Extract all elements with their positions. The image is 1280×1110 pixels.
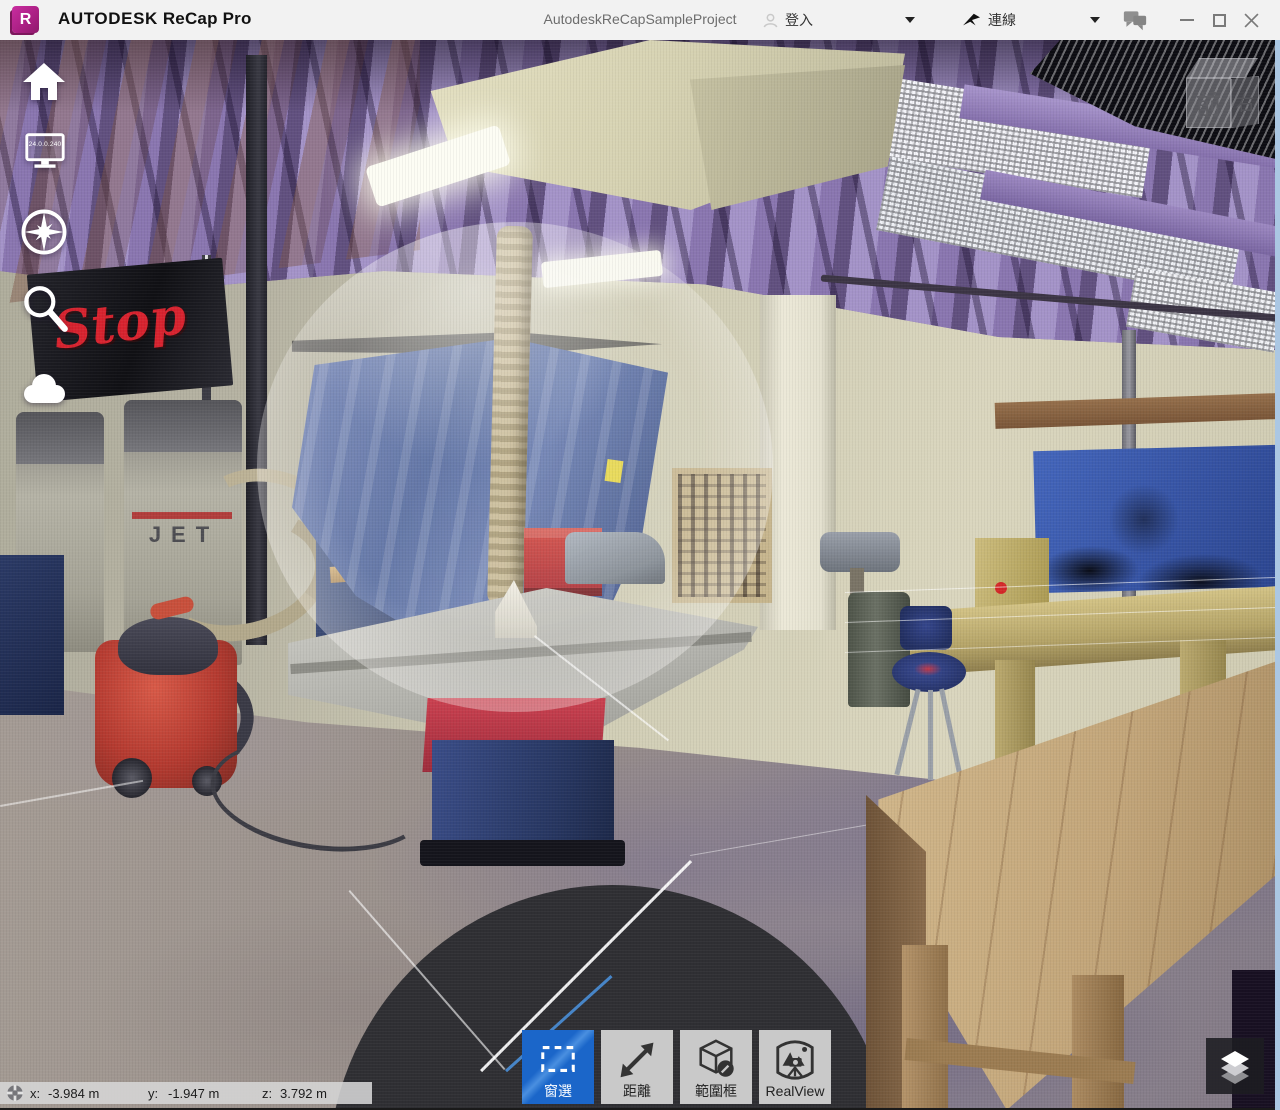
- stool-seat: [892, 652, 966, 692]
- workbench-leg: [902, 945, 948, 1110]
- x-value: -3.984 m: [48, 1086, 99, 1101]
- button-label: 窗選: [544, 1082, 572, 1100]
- scan-location-sphere[interactable]: [257, 222, 773, 712]
- home-button[interactable]: [20, 58, 68, 111]
- connect-button[interactable]: 連線: [962, 0, 1016, 40]
- z-label: z:: [262, 1086, 272, 1101]
- stool-backrest: [900, 606, 952, 650]
- machine: [0, 555, 64, 715]
- button-label: 距離: [623, 1082, 651, 1100]
- y-value: -1.947 m: [168, 1086, 219, 1101]
- window-border: [1275, 40, 1280, 1110]
- button-label: 範圍框: [695, 1082, 737, 1100]
- navigation-button[interactable]: [18, 206, 70, 263]
- zoom-button[interactable]: [20, 282, 70, 339]
- viewcube-right-label: 右: [1235, 89, 1254, 116]
- coordinate-status-bar: x: -3.984 m y: -1.947 m z: 3.792 m: [0, 1082, 372, 1104]
- maximize-icon: [1213, 14, 1226, 27]
- user-icon: [762, 12, 779, 29]
- y-label: y:: [148, 1086, 158, 1101]
- cloud-icon: [18, 366, 70, 408]
- recap-window: Stop JET: [0, 0, 1280, 1110]
- point-cloud-viewport[interactable]: Stop JET: [0, 40, 1280, 1110]
- viewcube-right-face[interactable]: 右: [1231, 76, 1259, 128]
- home-icon: [20, 58, 68, 106]
- minimize-icon: [1180, 19, 1194, 21]
- x-label: x:: [30, 1086, 40, 1101]
- project-name: AutodeskReCapSampleProject: [0, 11, 1280, 27]
- distance-icon: [615, 1036, 659, 1082]
- realview-button[interactable]: RealView: [759, 1030, 831, 1104]
- display-version-button[interactable]: 24.0.0.240: [22, 128, 68, 179]
- connect-label: 連線: [988, 10, 1016, 30]
- origin-icon: [6, 1084, 24, 1102]
- vacuum-motor-head: [118, 617, 218, 675]
- layers-button[interactable]: [1206, 1038, 1264, 1094]
- selection-toolbar: 窗選 距離 範圍框: [522, 1030, 831, 1104]
- window-select-button[interactable]: 窗選: [522, 1030, 594, 1104]
- feedback-button[interactable]: [1120, 0, 1150, 40]
- connect-dropdown[interactable]: [1090, 0, 1100, 40]
- chevron-down-icon: [1090, 17, 1100, 23]
- wood-shelf: [995, 393, 1278, 429]
- close-button[interactable]: [1236, 0, 1266, 40]
- search-icon: [20, 282, 70, 334]
- table-saw-base: [420, 840, 625, 866]
- viewcube-front-label: 前: [1195, 85, 1221, 122]
- title-bar: R AUTODESK ReCap Pro AutodeskReCapSample…: [0, 0, 1280, 40]
- stool-leg: [928, 690, 933, 780]
- range-box-button[interactable]: 範圍框: [680, 1030, 752, 1104]
- minimize-button[interactable]: [1172, 0, 1202, 40]
- cloud-button[interactable]: [18, 366, 70, 413]
- distance-button[interactable]: 距離: [601, 1030, 673, 1104]
- blue-wall-panel: [1033, 445, 1279, 593]
- maximize-button[interactable]: [1204, 0, 1234, 40]
- version-badge: 24.0.0.240: [22, 141, 68, 148]
- marquee-select-icon: [535, 1036, 581, 1082]
- sign-in-dropdown[interactable]: [905, 0, 915, 40]
- chevron-down-icon: [905, 17, 915, 23]
- close-icon: [1244, 13, 1259, 28]
- connect-icon: [962, 12, 982, 28]
- button-label: RealView: [766, 1082, 825, 1100]
- sign-in-button[interactable]: 登入: [762, 0, 813, 40]
- chat-bubbles-icon: [1122, 8, 1148, 32]
- stop-banner-text: Stop: [50, 285, 189, 362]
- monitor-icon: [22, 128, 68, 174]
- bench-grinder: [820, 532, 900, 572]
- compass-icon: [18, 206, 70, 258]
- realview-icon: [772, 1036, 818, 1082]
- sign-in-label: 登入: [785, 10, 813, 30]
- workbench-leg: [1072, 975, 1124, 1110]
- vacuum-wheel: [112, 758, 152, 798]
- bounding-box-icon: [693, 1036, 739, 1082]
- z-value: 3.792 m: [280, 1086, 327, 1101]
- stool-leg: [939, 688, 962, 773]
- layers-icon: [1215, 1046, 1255, 1086]
- viewcube-front-face[interactable]: 前: [1186, 78, 1231, 128]
